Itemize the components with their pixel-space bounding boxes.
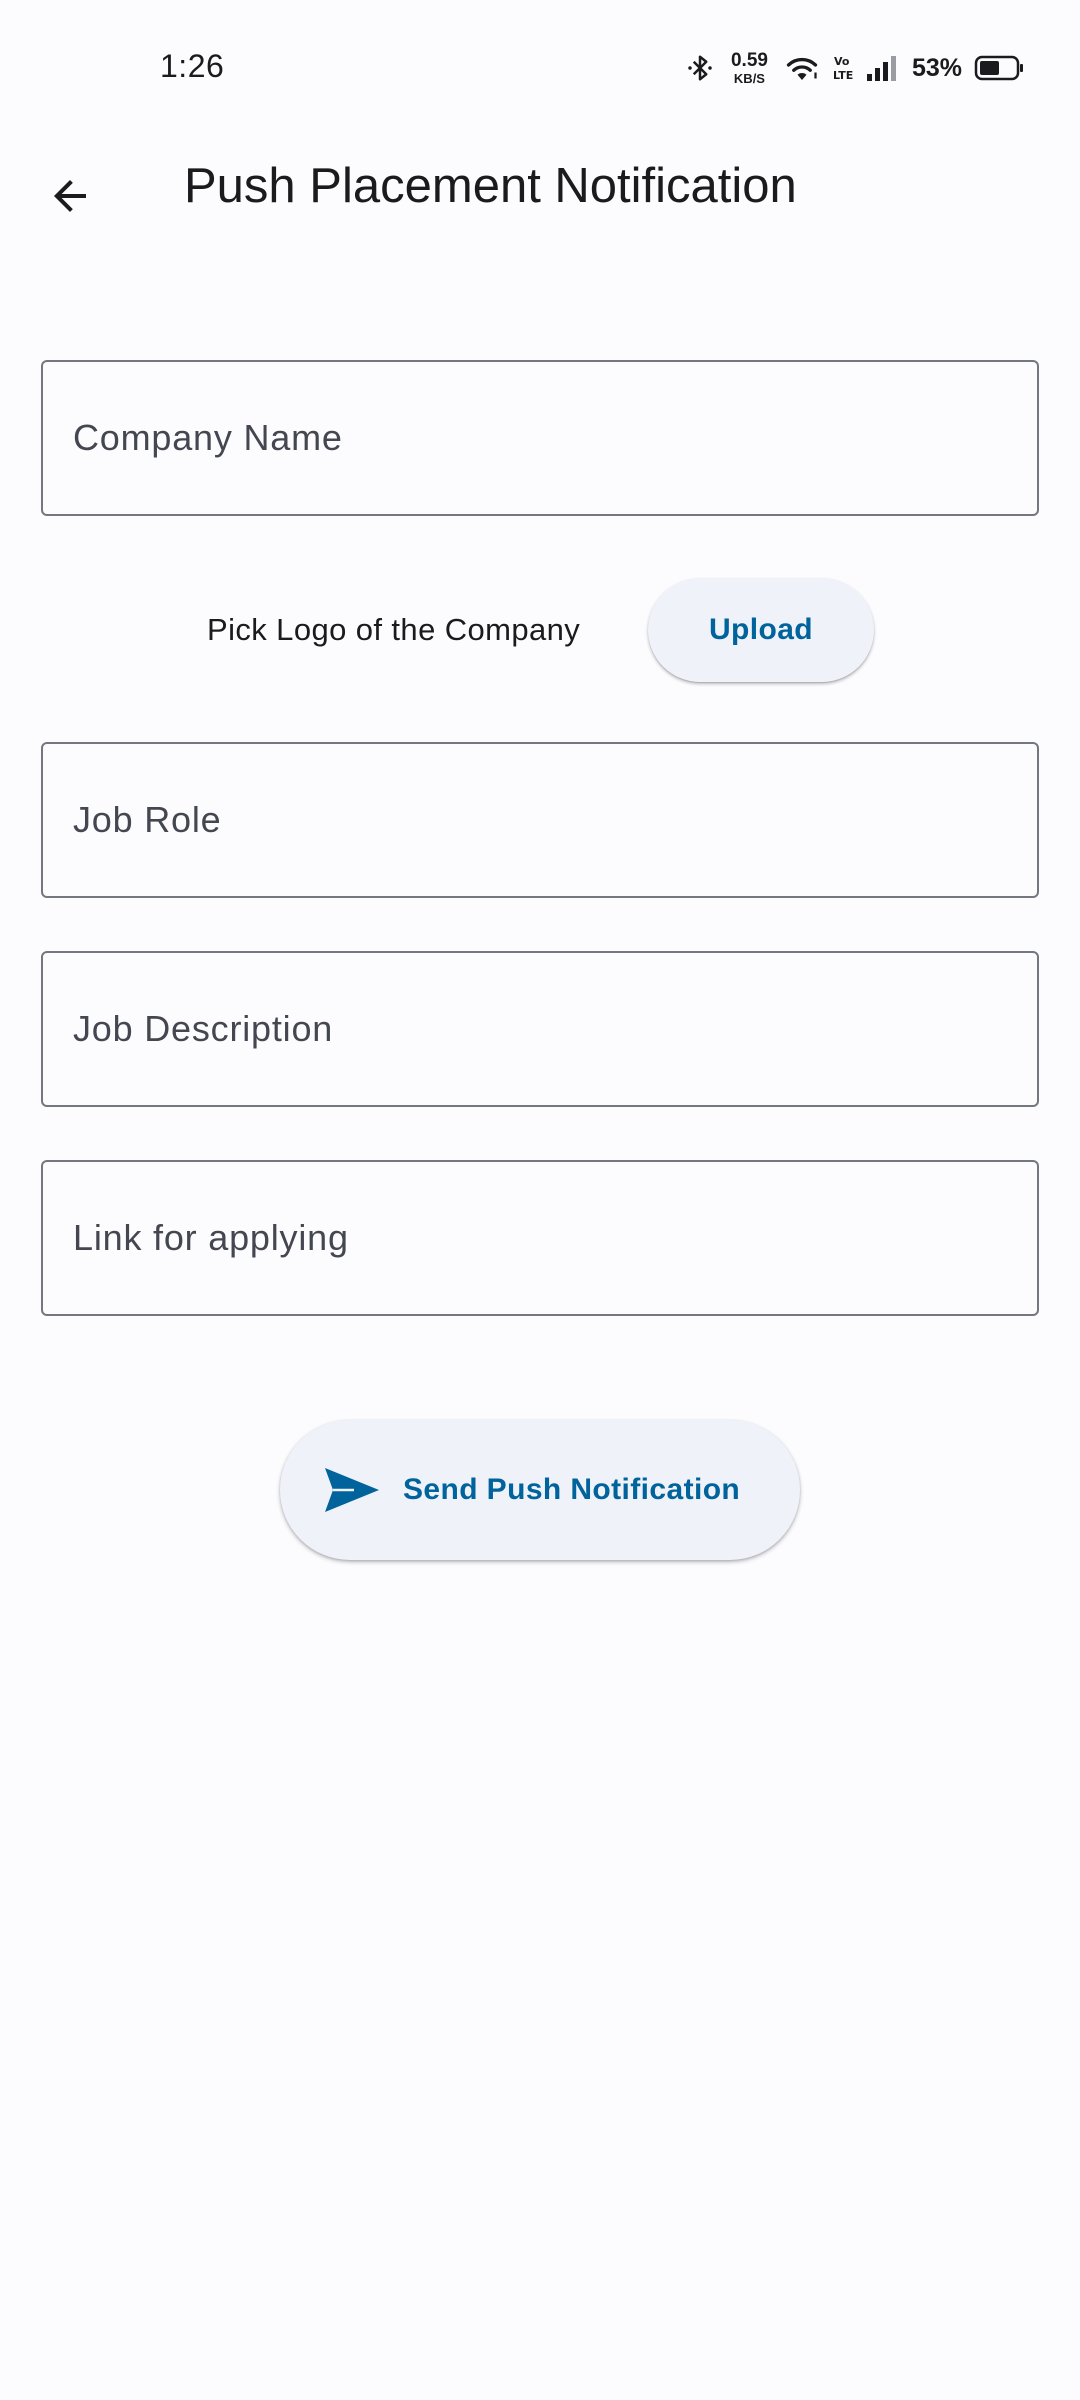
- arrow-back-icon: [54, 180, 86, 212]
- job-description-field[interactable]: Job Description: [41, 951, 1039, 1107]
- wifi-icon: [786, 57, 818, 80]
- status-time: 1:26: [160, 48, 225, 84]
- upload-button-label: Upload: [708, 613, 814, 646]
- svg-text:Vo: Vo: [834, 55, 850, 68]
- apply-link-field[interactable]: Link for applying: [41, 1160, 1039, 1316]
- job-description-placeholder: Job Description: [73, 1008, 334, 1049]
- logo-picker-label: Pick Logo of the Company: [207, 612, 581, 647]
- company-name-field[interactable]: Company Name: [41, 360, 1039, 516]
- company-name-placeholder: Company Name: [73, 417, 343, 458]
- send-icon: [325, 1468, 379, 1512]
- status-bar: 1:26 0.59 KB/S Vo LTE 53%: [0, 0, 1080, 136]
- battery-icon: [974, 55, 1023, 81]
- network-speed-unit: KB/S: [733, 71, 765, 86]
- bluetooth-icon: [688, 55, 712, 81]
- job-role-field[interactable]: Job Role: [41, 742, 1039, 898]
- network-speed-value: 0.59: [730, 50, 768, 71]
- svg-text:LTE: LTE: [833, 69, 853, 82]
- status-icons: 0.59 KB/S Vo LTE 53%: [685, 48, 1024, 88]
- back-button[interactable]: [30, 156, 110, 236]
- job-role-placeholder: Job Role: [73, 799, 222, 840]
- send-push-notification-button[interactable]: Send Push Notification: [280, 1420, 800, 1560]
- signal-icon: [866, 56, 896, 81]
- send-button-label: Send Push Notification: [403, 1473, 741, 1506]
- app-bar: Push Placement Notification: [0, 136, 1080, 236]
- page-title: Push Placement Notification: [184, 159, 797, 213]
- battery-percent: 53%: [911, 53, 962, 82]
- upload-button[interactable]: Upload: [648, 578, 874, 682]
- apply-link-placeholder: Link for applying: [73, 1217, 349, 1258]
- network-speed: 0.59 KB/S: [731, 51, 768, 85]
- volte-icon: Vo LTE: [833, 55, 853, 82]
